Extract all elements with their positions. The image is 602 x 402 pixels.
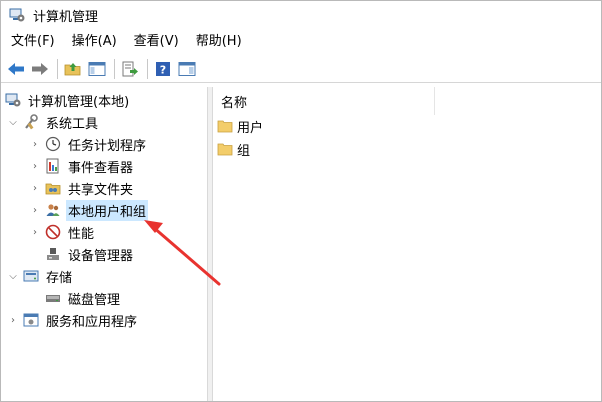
disk-icon	[45, 290, 61, 306]
console-tree: 计算机管理(本地) ⌵ 系统工具 › 任务计划程序 › 事件查看器 › 共享文件…	[1, 87, 207, 401]
chevron-right-icon[interactable]: ›	[29, 204, 41, 216]
forward-arrow-icon	[32, 62, 48, 75]
details-pane: 名称 用户 组	[213, 87, 601, 401]
menu-help[interactable]: 帮助(H)	[186, 31, 249, 53]
up-folder-icon	[64, 62, 81, 75]
folder-icon	[217, 143, 233, 156]
tree-item-shared-folders[interactable]: › 共享文件夹	[29, 177, 135, 199]
tree-item-performance[interactable]: › 性能	[29, 221, 96, 243]
tree-item-services-apps[interactable]: › 服务和应用程序	[7, 309, 139, 331]
show-hide-tree-button[interactable]	[86, 58, 108, 80]
tree-item-root[interactable]: 计算机管理(本地)	[5, 89, 131, 111]
chevron-right-icon[interactable]: ›	[7, 314, 19, 326]
list-item-groups[interactable]: 组	[217, 138, 250, 160]
svg-text:?: ?	[160, 63, 166, 76]
menu-action[interactable]: 操作(A)	[62, 31, 124, 53]
up-level-button[interactable]	[62, 58, 84, 80]
tree-item-event-viewer[interactable]: › 事件查看器	[29, 155, 135, 177]
computer-management-icon	[5, 92, 21, 108]
tree-item-label: 共享文件夹	[68, 182, 134, 198]
back-arrow-icon	[8, 62, 24, 75]
tree-item-device-manager[interactable]: 设备管理器	[41, 243, 135, 265]
tree-item-label: 服务和应用程序	[46, 314, 138, 330]
menu-bar: 文件(F) 操作(A) 查看(V) 帮助(H)	[1, 31, 249, 53]
list-item-users[interactable]: 用户	[217, 115, 263, 137]
help-button[interactable]: ?	[152, 58, 174, 80]
list-item-label: 组	[237, 143, 251, 159]
column-header-label: 名称	[221, 95, 248, 111]
export-list-icon	[122, 61, 138, 76]
column-header-name[interactable]: 名称	[213, 87, 435, 115]
tree-item-local-users-groups[interactable]: › 本地用户和组	[29, 199, 149, 221]
help-icon: ?	[156, 61, 170, 76]
clock-icon	[45, 136, 61, 152]
menu-file[interactable]: 文件(F)	[1, 31, 62, 53]
list-item-label: 用户	[237, 120, 264, 136]
folder-icon	[217, 120, 233, 133]
services-icon	[23, 312, 39, 328]
chevron-down-icon[interactable]: ⌵	[7, 270, 19, 282]
shared-folder-icon	[45, 180, 61, 196]
toolbar-separator	[147, 58, 148, 79]
tree-item-label: 计算机管理(本地)	[28, 94, 130, 110]
tree-item-disk-management[interactable]: 磁盘管理	[41, 287, 122, 309]
properties-button[interactable]	[176, 58, 198, 80]
window-title: 计算机管理	[33, 9, 99, 25]
forward-button[interactable]	[29, 58, 51, 80]
back-button[interactable]	[5, 58, 27, 80]
tree-item-storage[interactable]: ⌵ 存储	[7, 265, 74, 287]
toolbar-separator	[114, 58, 115, 79]
tree-item-label: 任务计划程序	[68, 138, 147, 154]
tree-item-label: 系统工具	[46, 116, 99, 132]
tree-item-system-tools[interactable]: ⌵ 系统工具	[7, 111, 100, 133]
chevron-right-icon[interactable]: ›	[29, 226, 41, 238]
chevron-right-icon[interactable]: ›	[29, 138, 41, 150]
tree-item-label: 设备管理器	[68, 248, 134, 264]
computer-management-icon	[9, 8, 25, 22]
performance-icon	[45, 224, 61, 240]
menu-view[interactable]: 查看(V)	[124, 31, 186, 53]
chevron-right-icon[interactable]: ›	[29, 160, 41, 172]
users-icon	[45, 202, 61, 218]
tree-item-task-scheduler[interactable]: › 任务计划程序	[29, 133, 148, 155]
properties-icon	[178, 61, 196, 76]
chevron-down-icon[interactable]: ⌵	[7, 116, 19, 128]
computer-management-window: 计算机管理 文件(F) 操作(A) 查看(V) 帮助(H) ? 计算机管理(本地…	[0, 0, 602, 402]
tree-item-label: 事件查看器	[68, 160, 134, 176]
storage-icon	[23, 268, 39, 284]
chevron-right-icon[interactable]: ›	[29, 182, 41, 194]
device-manager-icon	[45, 246, 61, 262]
tools-icon	[23, 114, 39, 130]
toolbar-separator	[57, 58, 58, 79]
show-tree-icon	[88, 61, 106, 76]
tree-item-label: 磁盘管理	[68, 292, 121, 308]
title-bar: 计算机管理	[1, 1, 601, 29]
tree-item-label: 存储	[46, 270, 73, 286]
tree-item-label: 本地用户和组	[66, 199, 149, 221]
tree-item-label: 性能	[68, 226, 95, 242]
toolbar: ?	[1, 55, 601, 83]
export-list-button[interactable]	[119, 58, 141, 80]
event-viewer-icon	[45, 158, 61, 174]
